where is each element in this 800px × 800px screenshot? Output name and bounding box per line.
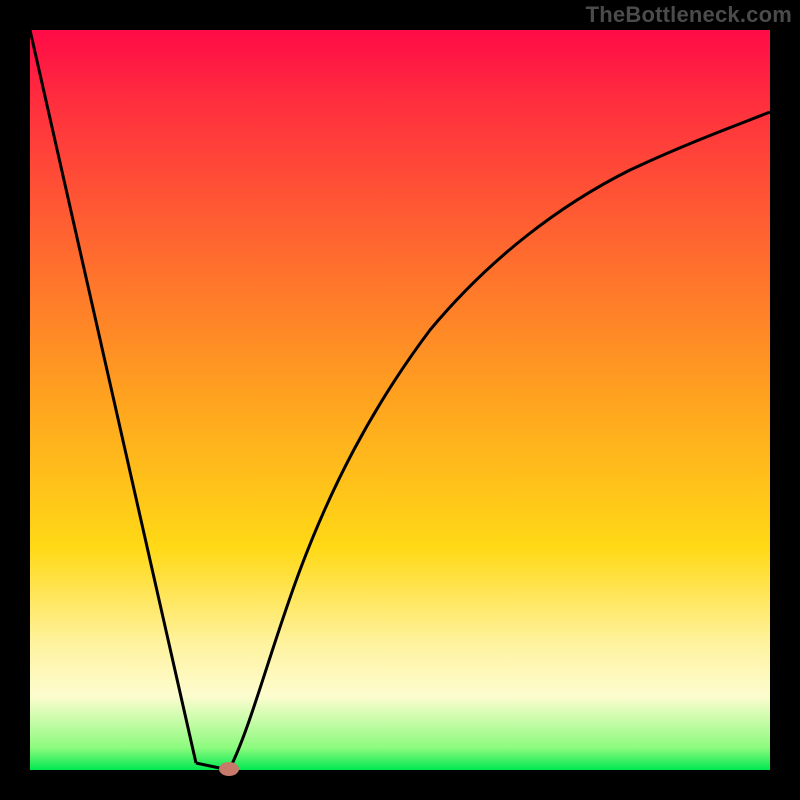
watermark-text: TheBottleneck.com (586, 2, 792, 28)
curve-right-segment (229, 112, 770, 770)
plot-area (30, 30, 770, 770)
bottleneck-curve (30, 30, 770, 770)
optimal-point-marker (219, 762, 239, 776)
chart-frame: TheBottleneck.com (0, 0, 800, 800)
curve-left-segment (30, 30, 196, 763)
